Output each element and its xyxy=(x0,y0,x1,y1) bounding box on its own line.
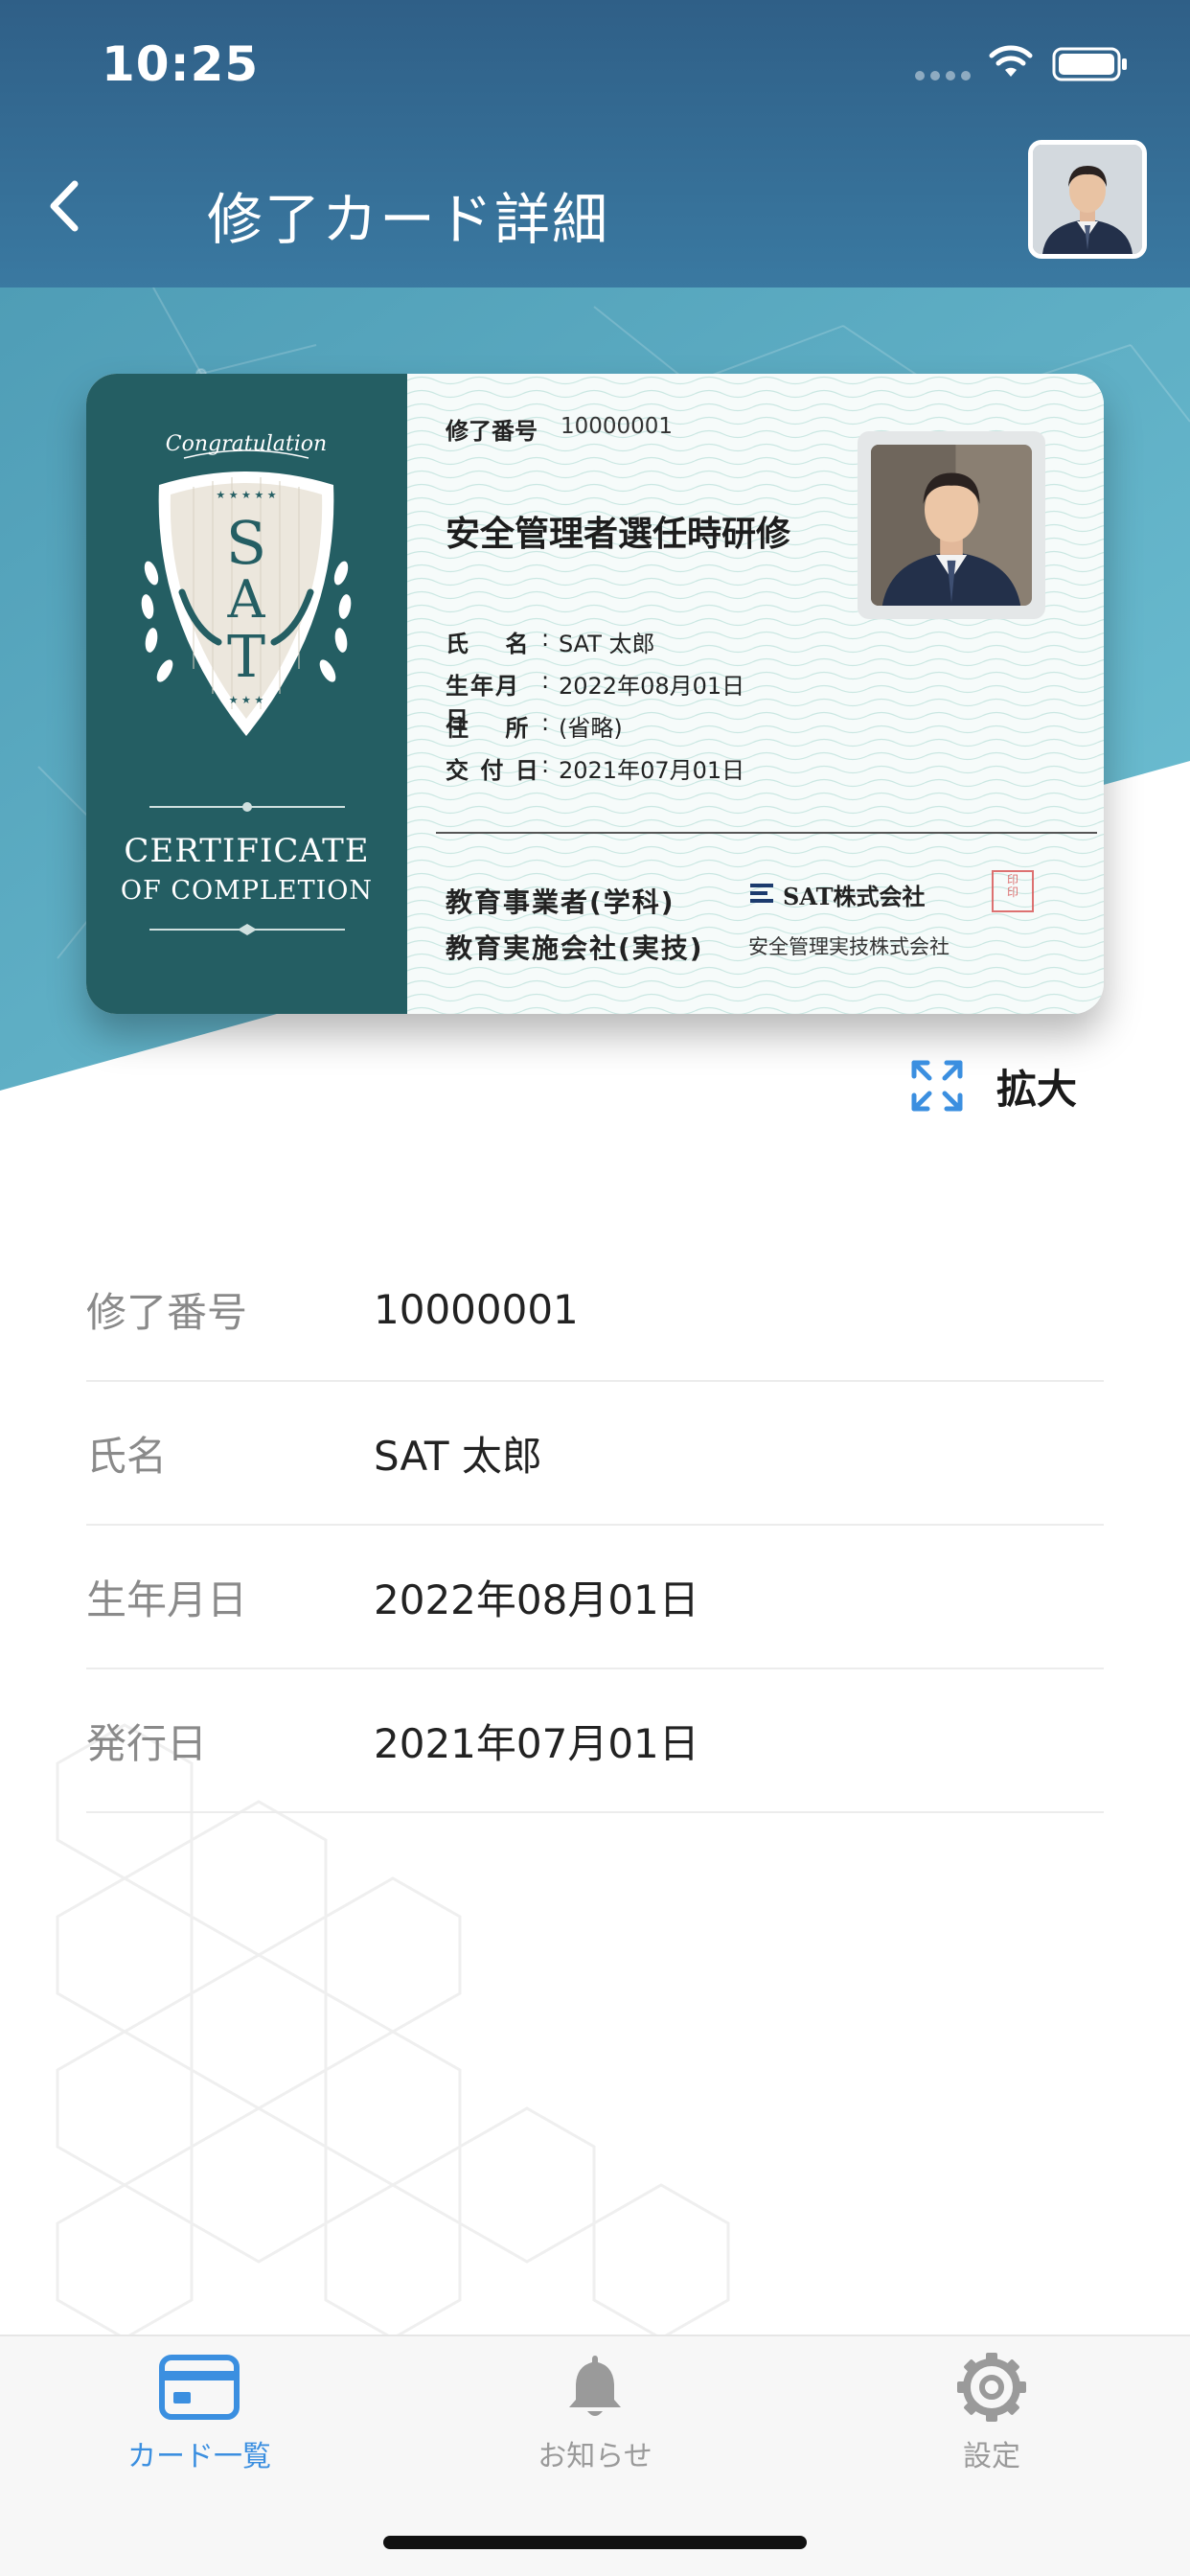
shield-emblem-icon: Congratulation ★ ★ ★ ★ ★ S A T ★ ★ ★ xyxy=(141,432,352,736)
info-value: SAT 太郎 xyxy=(374,1432,542,1480)
svg-text:S: S xyxy=(226,508,266,578)
provider-company-practical: 安全管理実技株式会社 xyxy=(748,935,950,958)
info-value: 2022年08月01日 xyxy=(374,1576,699,1623)
expand-button[interactable]: 拡大 xyxy=(908,1052,1077,1119)
certificate-emblem-panel: Congratulation ★ ★ ★ ★ ★ S A T ★ ★ ★ CER… xyxy=(86,374,407,1014)
certificate-details-panel: 修了番号 10000001 安全管理者選任時研修 氏 名: SAT 太郎 生年月… xyxy=(407,374,1104,1014)
provider-label-practical: 教育実施会社(実技) xyxy=(446,932,704,964)
tab-label: カード一覧 xyxy=(127,2440,271,2473)
info-row-issue-date: 発行日 2021年07月01日 xyxy=(86,1669,1104,1813)
card-divider xyxy=(436,832,1097,834)
status-time: 10:25 xyxy=(102,36,260,92)
info-value: 2021年07月01日 xyxy=(374,1719,699,1767)
card-number-value: 10000001 xyxy=(561,414,674,439)
svg-text:★ ★ ★ ★ ★: ★ ★ ★ ★ ★ xyxy=(216,489,276,501)
tab-settings[interactable]: 設定 xyxy=(848,2352,1135,2474)
info-row-birthdate: 生年月日 2022年08月01日 xyxy=(86,1526,1104,1669)
signal-icon xyxy=(915,71,971,80)
svg-text:T: T xyxy=(227,624,265,691)
info-label: 修了番号 xyxy=(86,1288,248,1336)
certificate-subtitle: OF COMPLETION xyxy=(120,876,374,906)
expand-label: 拡大 xyxy=(996,1065,1078,1113)
provider-label-academic: 教育事業者(学科) xyxy=(446,886,675,918)
info-row-number: 修了番号 10000001 xyxy=(86,1238,1104,1382)
back-button[interactable] xyxy=(38,172,96,240)
card-number-label: 修了番号 xyxy=(446,418,538,445)
info-value: 10000001 xyxy=(374,1285,579,1333)
bell-icon xyxy=(569,2356,621,2416)
tab-label: お知らせ xyxy=(538,2440,652,2473)
app-header: 10:25 修了カード詳細 xyxy=(0,0,1190,288)
company-seal-icon: 印印 xyxy=(992,870,1034,912)
certificate-card[interactable]: Congratulation ★ ★ ★ ★ ★ S A T ★ ★ ★ CER… xyxy=(86,374,1104,1014)
holder-photo xyxy=(858,431,1045,619)
avatar[interactable] xyxy=(1028,140,1147,259)
ornament-divider-icon xyxy=(149,924,345,935)
ornament-divider-icon xyxy=(149,802,345,812)
certificate-info-list: 修了番号 10000001 氏名 SAT 太郎 生年月日 2022年08月01日… xyxy=(86,1238,1104,1813)
gear-icon xyxy=(957,2353,1026,2422)
tab-label: 設定 xyxy=(963,2440,1020,2473)
card-icon xyxy=(159,2355,240,2420)
wifi-icon xyxy=(989,45,1033,77)
course-name: 安全管理者選任時研修 xyxy=(446,515,791,554)
info-label: 氏名 xyxy=(86,1432,168,1480)
info-label: 発行日 xyxy=(86,1719,208,1767)
svg-text:Congratulation: Congratulation xyxy=(166,432,327,456)
page-title: 修了カード詳細 xyxy=(207,187,610,252)
svg-text:★ ★ ★: ★ ★ ★ xyxy=(229,694,264,706)
battery-icon xyxy=(1052,47,1127,81)
tab-notifications[interactable]: お知らせ xyxy=(451,2352,739,2474)
card-field-address: 住 所: (省略) xyxy=(446,709,623,742)
card-field-name: 氏 名: SAT 太郎 xyxy=(446,625,655,657)
info-label: 生年月日 xyxy=(86,1576,248,1623)
avatar-photo-icon xyxy=(1033,145,1142,254)
provider-company-academic: SAT株式会社 xyxy=(783,883,926,910)
home-indicator[interactable] xyxy=(383,2536,807,2549)
info-row-name: 氏名 SAT 太郎 xyxy=(86,1382,1104,1526)
certificate-title: CERTIFICATE xyxy=(124,832,370,870)
expand-icon xyxy=(911,1060,963,1112)
tab-card-list[interactable]: カード一覧 xyxy=(56,2352,343,2474)
card-field-issue-date: 交 付 日:2021年07月01日 xyxy=(446,751,745,784)
svg-text:A: A xyxy=(227,569,266,630)
portrait-icon xyxy=(871,445,1032,606)
